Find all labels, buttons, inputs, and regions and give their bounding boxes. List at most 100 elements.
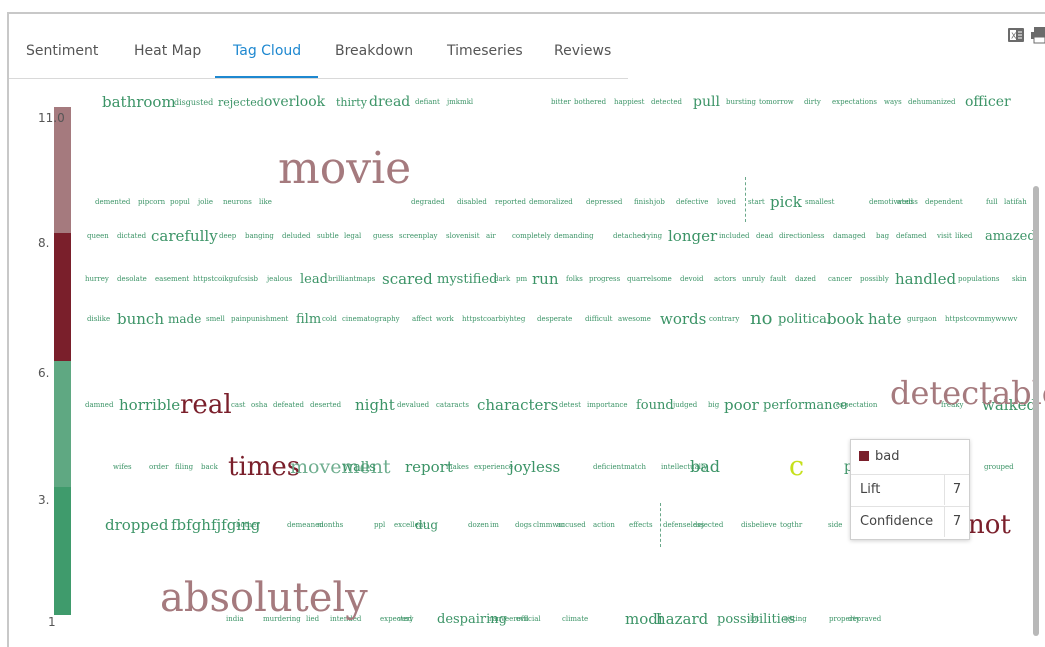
cloud-word[interactable]: deserted <box>310 402 341 409</box>
cloud-word[interactable]: filing <box>175 464 193 471</box>
cloud-word[interactable]: affect <box>412 316 432 323</box>
cloud-word[interactable]: tomorrow <box>759 99 794 106</box>
cloud-word[interactable]: brilliantmaps <box>328 276 375 283</box>
cloud-word[interactable]: banging <box>245 233 274 240</box>
cloud-word[interactable]: devoid <box>680 276 704 283</box>
cloud-word[interactable]: loved <box>717 199 736 206</box>
cloud-word[interactable]: dread <box>369 95 410 109</box>
cloud-word[interactable]: neurons <box>223 199 252 206</box>
cloud-word[interactable]: movie <box>278 147 411 191</box>
cloud-word[interactable]: thirty <box>336 97 367 108</box>
cloud-word[interactable]: book <box>827 311 864 327</box>
cloud-word[interactable]: experience <box>474 464 513 471</box>
cloud-word[interactable]: expectation <box>836 402 877 409</box>
cloud-word[interactable]: bother <box>236 522 260 529</box>
cloud-word[interactable]: night <box>355 397 395 413</box>
cloud-word[interactable]: directionless <box>779 233 824 240</box>
cloud-word[interactable]: dazed <box>795 276 816 283</box>
cloud-word[interactable]: unruly <box>742 276 765 283</box>
cloud-word[interactable]: words <box>660 311 706 327</box>
cloud-word[interactable]: demoralized <box>529 199 573 206</box>
cloud-word[interactable]: screenplay <box>399 233 438 240</box>
cloud-word[interactable]: desolate <box>117 276 147 283</box>
cloud-word[interactable]: big <box>708 402 719 409</box>
cloud-word[interactable]: cold <box>322 316 337 323</box>
cloud-word[interactable]: poor <box>724 397 759 413</box>
cloud-word[interactable]: defective <box>676 199 708 206</box>
cloud-word[interactable]: jealous <box>267 276 292 283</box>
cloud-word[interactable]: performance <box>763 399 848 412</box>
cloud-word[interactable]: latifah <box>1004 199 1027 206</box>
cloud-word[interactable]: lot <box>750 616 759 623</box>
cloud-word[interactable]: possibly <box>860 276 889 283</box>
cloud-word[interactable]: bag <box>876 233 889 240</box>
cloud-word[interactable]: defiant <box>415 99 440 106</box>
cloud-word[interactable]: dislike <box>87 316 110 323</box>
cloud-word[interactable]: deluded <box>282 233 310 240</box>
cloud-word[interactable]: dejected <box>693 522 723 529</box>
cloud-word[interactable]: desperate <box>537 316 572 323</box>
cloud-word[interactable]: subtle <box>317 233 339 240</box>
cloud-word[interactable]: ppl <box>374 522 385 529</box>
cloud-word[interactable]: disgusted <box>174 98 213 107</box>
cloud-word[interactable]: painpunishment <box>231 316 288 323</box>
cloud-word[interactable]: makes <box>446 464 469 471</box>
cloud-word[interactable]: httpstcovmmywwwv <box>945 316 1017 323</box>
cloud-word[interactable]: ways <box>884 99 902 106</box>
cloud-word[interactable]: osha <box>251 402 268 409</box>
cloud-word[interactable]: actors <box>714 276 736 283</box>
cloud-word[interactable]: bursting <box>726 99 756 106</box>
cloud-word[interactable]: disbelieve <box>741 522 777 529</box>
cloud-word[interactable]: job <box>654 199 665 206</box>
cloud-word[interactable]: accused <box>557 522 586 529</box>
cloud-word[interactable]: detest <box>559 402 581 409</box>
cloud-word[interactable]: wedss <box>896 199 918 206</box>
cloud-word[interactable]: dug <box>415 519 438 531</box>
cloud-word[interactable]: joyless <box>509 459 560 475</box>
cloud-word[interactable]: order <box>149 464 169 471</box>
cloud-word[interactable]: cataracts <box>436 402 469 409</box>
cloud-word[interactable]: judged <box>673 402 697 409</box>
cloud-word[interactable]: scared <box>382 271 433 287</box>
cloud-word[interactable]: hurrey <box>85 276 109 283</box>
cloud-word[interactable]: depressed <box>586 199 622 206</box>
cloud-word[interactable]: demanding <box>554 233 594 240</box>
cloud-word[interactable]: full <box>986 199 998 206</box>
cloud-word[interactable]: carefully <box>151 228 218 244</box>
cloud-word[interactable]: dead <box>756 233 773 240</box>
cloud-word[interactable]: happiest <box>614 99 644 106</box>
cloud-word[interactable]: vying <box>643 233 662 240</box>
cloud-word[interactable]: cast <box>231 402 246 409</box>
cloud-word[interactable]: overlook <box>264 95 325 109</box>
cloud-word[interactable]: difficult <box>585 316 612 323</box>
cloud-word[interactable]: very <box>398 616 413 623</box>
cloud-word[interactable]: dropped <box>105 517 169 533</box>
cloud-word[interactable]: detectable <box>890 377 1045 409</box>
cloud-word[interactable]: disabled <box>457 199 487 206</box>
cloud-word[interactable]: gurgaon <box>907 316 937 323</box>
cloud-word[interactable]: deep <box>219 233 236 240</box>
cloud-word[interactable]: damaged <box>833 233 866 240</box>
cloud-word[interactable]: jolie <box>198 199 213 206</box>
cloud-word[interactable]: detected <box>651 99 682 106</box>
cloud-word[interactable]: depraved <box>848 616 881 623</box>
cloud-word[interactable]: evil <box>516 616 529 623</box>
cloud-word[interactable]: bad <box>690 459 720 475</box>
cloud-word[interactable]: im <box>490 522 499 529</box>
cloud-word[interactable]: sitting <box>784 616 807 623</box>
cloud-word[interactable]: easement <box>155 276 189 283</box>
cloud-word[interactable]: togthr <box>780 522 802 529</box>
cloud-word[interactable]: defamed <box>896 233 927 240</box>
cloud-word[interactable]: grouped <box>984 464 1014 471</box>
cloud-word[interactable]: included <box>719 233 750 240</box>
cloud-word[interactable]: dirty <box>804 99 821 106</box>
cloud-word[interactable]: horrible <box>119 397 180 413</box>
cloud-word[interactable]: dehumanized <box>908 99 956 106</box>
cloud-word[interactable]: bunch <box>117 311 164 327</box>
cloud-word[interactable]: lead <box>300 273 328 286</box>
cloud-word[interactable]: progress <box>589 276 620 283</box>
cloud-word[interactable]: folks <box>566 276 583 283</box>
cloud-word[interactable]: finish <box>634 199 654 206</box>
cloud-word[interactable]: dictated <box>117 233 146 240</box>
cloud-word[interactable]: httpstcoikgufcsisb <box>193 276 258 283</box>
